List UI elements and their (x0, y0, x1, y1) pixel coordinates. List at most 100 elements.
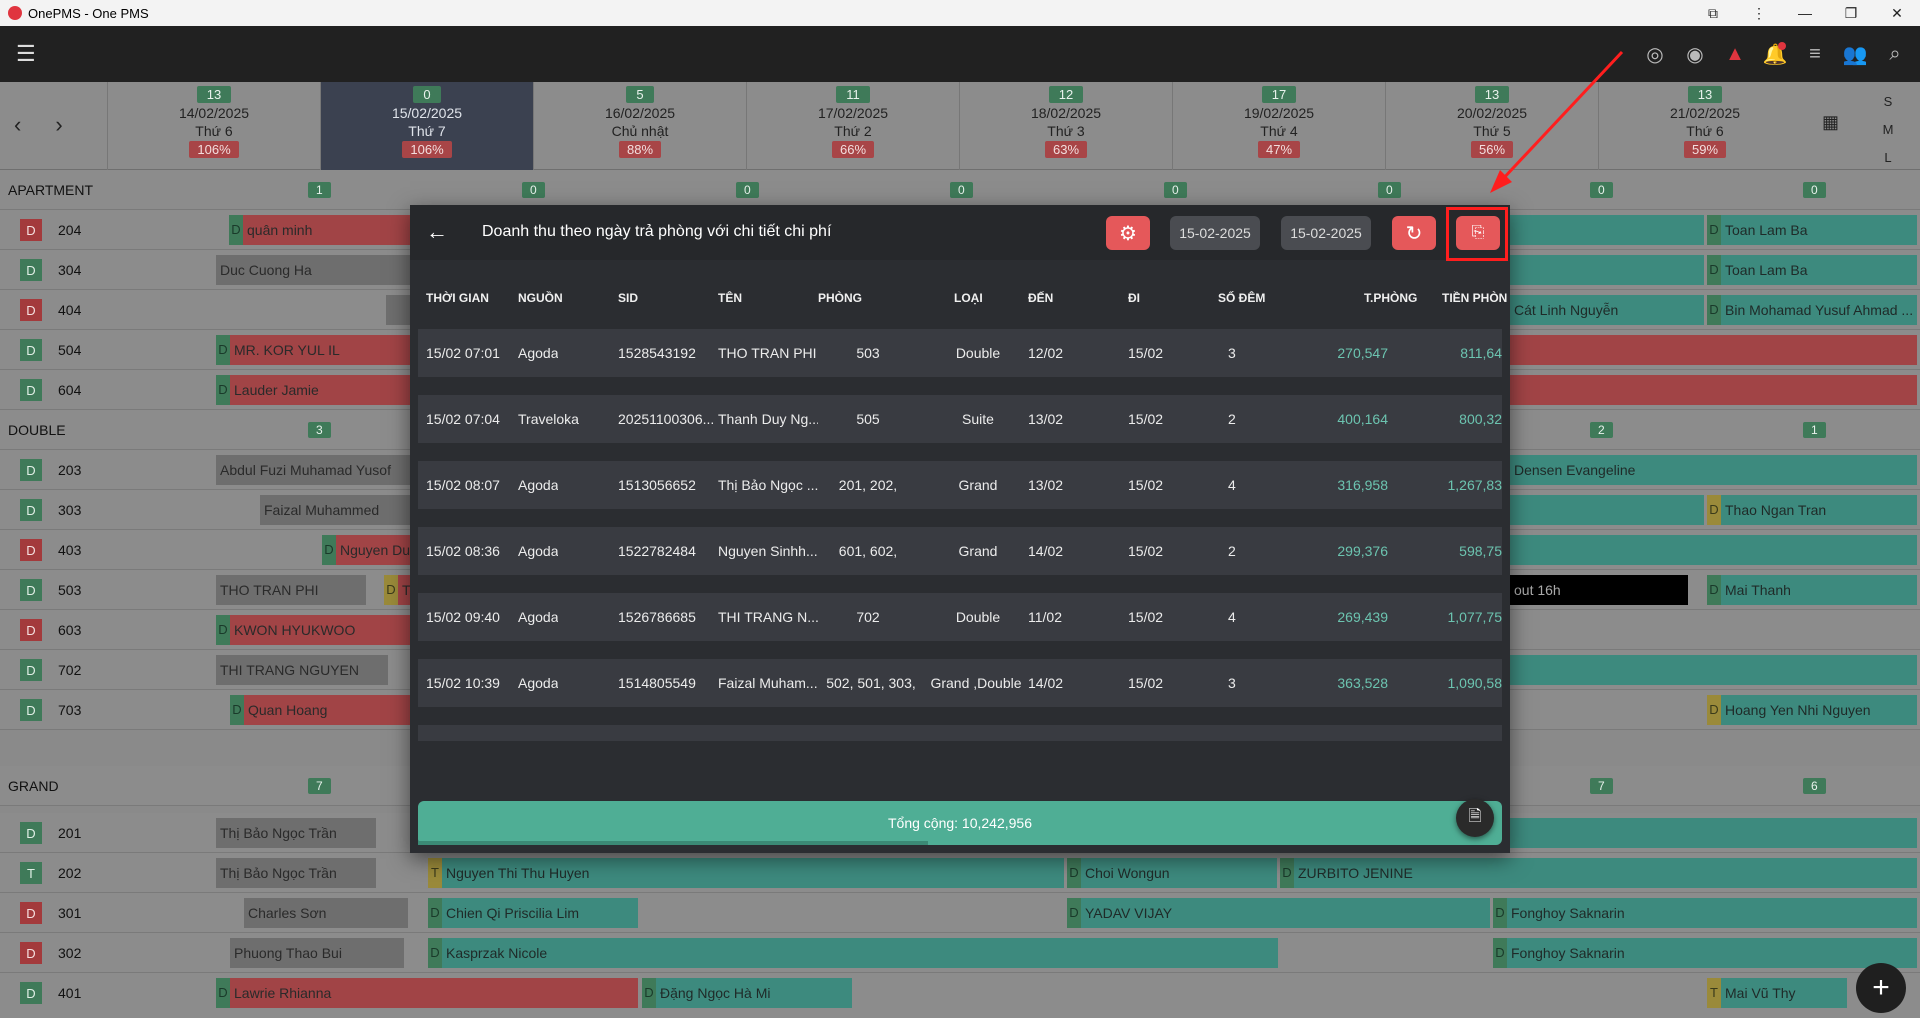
day-column[interactable]: 17 19/02/2025 Thứ 4 47% (1172, 82, 1385, 170)
booking-bar[interactable] (1510, 535, 1917, 565)
booking-bar[interactable]: D Lauder Jamie (216, 375, 416, 405)
table-row-partial[interactable] (418, 725, 1502, 741)
eye-icon[interactable]: ◉ (1680, 40, 1710, 68)
day-column[interactable]: 12 18/02/2025 Thứ 3 63% (959, 82, 1172, 170)
prev-week-button[interactable]: ‹ (14, 112, 21, 138)
cell-nights: 4 (1228, 609, 1236, 625)
size-l-button[interactable]: L (1878, 144, 1898, 172)
warning-icon[interactable]: ▲ (1720, 40, 1750, 68)
bell-icon[interactable]: 🔔 (1760, 40, 1790, 68)
table-row[interactable]: 15/02 08:07 Agoda 1513056652 Thị Bảo Ngọ… (418, 461, 1502, 509)
booking-bar[interactable]: Charles Sơn (244, 898, 408, 928)
booking-bar[interactable]: D Toan Lam Ba (1707, 255, 1917, 285)
booking-bar[interactable] (1510, 495, 1704, 525)
booking-bar[interactable]: Thị Bảo Ngọc Trần (216, 818, 376, 848)
room-number: 703 (58, 702, 82, 718)
day-occupancy: 66% (831, 141, 875, 158)
maximize-button[interactable]: ❐ (1828, 0, 1874, 26)
booking-bar[interactable]: Abdul Fuzi Muhamad Yusof (216, 455, 416, 485)
day-column[interactable]: 11 17/02/2025 Thứ 2 66% (746, 82, 959, 170)
settings-gear-button[interactable]: ⚙ (1106, 216, 1150, 250)
booking-bar[interactable]: D Đặng Ngọc Hà Mi (642, 978, 852, 1008)
booking-bar[interactable]: D Mai Thanh (1707, 575, 1917, 605)
table-row[interactable]: 15/02 07:04 Traveloka 20251100306... Tha… (418, 395, 1502, 443)
booking-tag: D (1280, 858, 1294, 888)
add-user-icon[interactable]: 👥 (1840, 40, 1870, 68)
cell-room-total: 1,077,75 (1447, 609, 1503, 625)
booking-bar[interactable]: D Nguyen Du (322, 535, 416, 565)
booking-bar[interactable]: D Thao Ngan Tran (1707, 495, 1917, 525)
document-icon[interactable]: 🗎 (1456, 799, 1494, 837)
booking-bar[interactable]: D Quan Hoang (230, 695, 416, 725)
hamburger-menu-icon[interactable]: ☰ (16, 43, 38, 65)
more-menu-button[interactable]: ⋮ (1736, 0, 1782, 26)
booking-bar[interactable]: T Mai Vũ Thy (1707, 978, 1847, 1008)
day-column[interactable]: 13 14/02/2025 Thứ 6 106% (107, 82, 320, 170)
table-row[interactable]: 15/02 08:36 Agoda 1522782484 Nguyen Sinh… (418, 527, 1502, 575)
booking-bar[interactable]: Cát Linh Nguyễn (1510, 295, 1704, 325)
booking-bar[interactable] (1510, 655, 1917, 685)
room-type-badge: D (20, 459, 42, 481)
add-fab-button[interactable]: + (1856, 963, 1906, 1013)
booking-bar[interactable]: Dquân minh (229, 215, 419, 245)
booking-bar[interactable] (1510, 215, 1704, 245)
booking-bar[interactable]: T Nguyen Thi Thu Huyen (428, 858, 1064, 888)
booking-bar[interactable]: D Bin Mohamad Yusuf Ahmad ... (1707, 295, 1917, 325)
booking-bar[interactable]: D MR. KOR YUL IL (216, 335, 416, 365)
refresh-button[interactable]: ↻ (1392, 216, 1436, 250)
booking-bar[interactable]: D Fonghoy Saknarin (1493, 898, 1917, 928)
booking-bar[interactable]: Thị Bảo Ngọc Trần (216, 858, 376, 888)
extension-button[interactable]: ⧉ (1690, 0, 1736, 26)
booking-bar[interactable] (1510, 335, 1917, 365)
calendar-icon[interactable]: ▦ (1822, 112, 1839, 133)
booking-guest: Cát Linh Nguyễn (1514, 302, 1619, 318)
cell-room-total: 800,32 (1459, 411, 1502, 427)
back-arrow-icon[interactable]: ← (426, 219, 448, 245)
table-row[interactable]: 15/02 10:39 Agoda 1514805549 Faizal Muha… (418, 659, 1502, 707)
day-column[interactable]: 13 21/02/2025 Thứ 6 59% (1598, 82, 1811, 170)
search-icon[interactable]: ⌕ (1880, 40, 1910, 68)
booking-bar[interactable]: D Kasprzak Nicole (428, 938, 1278, 968)
booking-bar[interactable]: D Choi Wongun (1067, 858, 1277, 888)
next-week-button[interactable]: › (55, 112, 62, 138)
room-type-badge: D (20, 902, 42, 924)
booking-guest: Toan Lam Ba (1725, 222, 1808, 238)
booking-bar[interactable]: Faizal Muhammed (260, 495, 416, 525)
group-count: 0 (1803, 182, 1826, 198)
booking-bar[interactable]: out 16h (1510, 575, 1688, 605)
day-column[interactable]: 13 20/02/2025 Thứ 5 56% (1385, 82, 1598, 170)
booking-bar[interactable]: D KWON HYUKWOO (216, 615, 416, 645)
col-room-rate: T.PHÒNG (1364, 291, 1418, 305)
dialog-title: Doanh thu theo ngày trả phòng với chi ti… (482, 223, 832, 240)
booking-bar[interactable] (1510, 375, 1917, 405)
minimize-button[interactable]: — (1782, 0, 1828, 26)
booking-bar[interactable] (1510, 255, 1704, 285)
booking-bar[interactable]: D Chien Qi Priscilia Lim (428, 898, 638, 928)
size-s-button[interactable]: S (1878, 88, 1898, 116)
fingerprint-icon[interactable]: ◎ (1640, 40, 1670, 68)
booking-bar[interactable]: D ZURBITO JENINE (1280, 858, 1917, 888)
list-icon[interactable]: ≡ (1800, 40, 1830, 68)
booking-bar[interactable]: THO TRAN PHI (216, 575, 366, 605)
day-column[interactable]: 5 16/02/2025 Chủ nhật 88% (533, 82, 746, 170)
close-window-button[interactable]: ✕ (1874, 0, 1920, 26)
booking-bar[interactable]: D Toan Lam Ba (1707, 215, 1917, 245)
booking-bar[interactable]: D Fonghoy Saknarin (1493, 938, 1917, 968)
booking-bar[interactable]: THI TRANG NGUYEN (216, 655, 388, 685)
booking-bar[interactable] (1500, 818, 1917, 848)
day-column-selected[interactable]: 0 15/02/2025 Thứ 7 106% (320, 82, 533, 170)
booking-bar[interactable]: Duc Cuong Ha (216, 255, 416, 285)
booking-bar[interactable]: D Lawrie Rhianna (216, 978, 638, 1008)
booking-bar[interactable]: Phuong Thao Bui (230, 938, 404, 968)
booking-bar[interactable]: D Hoang Yen Nhi Nguyen (1707, 695, 1917, 725)
table-row[interactable]: 15/02 07:01 Agoda 1528543192 THO TRAN PH… (418, 329, 1502, 377)
date-to-field[interactable]: 15-02-2025 (1281, 216, 1371, 250)
scroll-progress (418, 841, 928, 845)
booking-bar[interactable]: Densen Evangeline (1510, 455, 1917, 485)
size-m-button[interactable]: M (1878, 116, 1898, 144)
booking-bar[interactable]: D YADAV VIJAY (1067, 898, 1490, 928)
cell-room: 601, 602, (838, 543, 898, 559)
group-name: DOUBLE (8, 422, 66, 438)
table-row[interactable]: 15/02 09:40 Agoda 1526786685 THI TRANG N… (418, 593, 1502, 641)
date-from-field[interactable]: 15-02-2025 (1170, 216, 1260, 250)
